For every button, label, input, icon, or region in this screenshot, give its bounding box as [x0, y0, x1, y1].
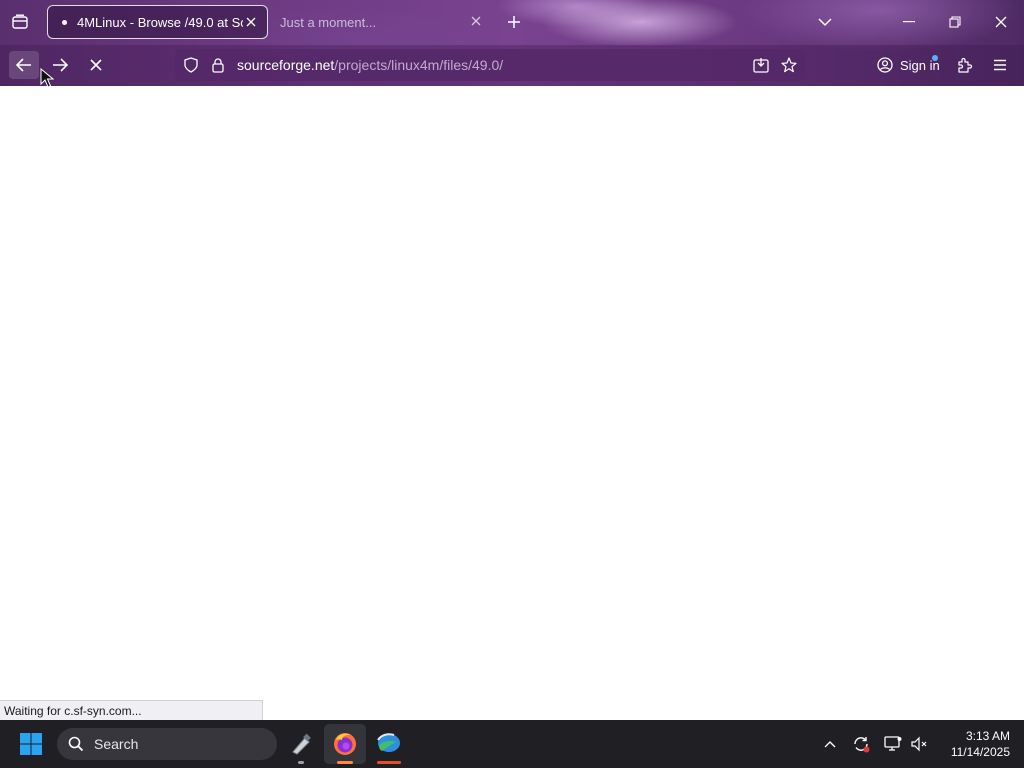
firefox-active-indicator: [337, 761, 353, 764]
status-bar: Waiting for c.sf-syn.com...: [0, 700, 263, 720]
forward-arrow-icon: [53, 58, 68, 72]
sign-in-button[interactable]: Sign in: [870, 50, 942, 80]
search-icon: [68, 736, 84, 752]
show-hidden-icons-chevron-icon[interactable]: [820, 734, 840, 754]
app-running-indicator: [377, 761, 401, 764]
tab-overview-icon[interactable]: [8, 10, 32, 34]
url-host: sourceforge.net: [237, 57, 335, 73]
bookmark-star-icon[interactable]: [779, 55, 799, 75]
windows-start-icon[interactable]: [16, 730, 46, 758]
tab-title: 4MLinux - Browse /49.0 at SourceForge.ne…: [77, 14, 243, 30]
stop-loading-button[interactable]: [81, 51, 111, 79]
search-label: Search: [94, 736, 139, 752]
minimize-icon[interactable]: [897, 11, 921, 33]
lock-icon[interactable]: [210, 56, 226, 74]
install-page-icon[interactable]: [751, 55, 771, 75]
hamburger-menu-icon[interactable]: [988, 53, 1012, 77]
display-icon[interactable]: [882, 733, 904, 755]
tracking-shield-icon[interactable]: [182, 56, 200, 74]
page-content: [0, 86, 1024, 720]
firefox-taskbar-icon[interactable]: [324, 724, 366, 764]
new-tab-icon[interactable]: [503, 11, 525, 33]
extensions-icon[interactable]: [953, 53, 977, 77]
mouse-cursor-icon: [40, 68, 54, 88]
address-bar[interactable]: sourceforge.net/projects/linux4m/files/4…: [175, 49, 805, 81]
browser-chrome: 4MLinux - Browse /49.0 at SourceForge.ne…: [0, 0, 1024, 86]
tab-active[interactable]: 4MLinux - Browse /49.0 at SourceForge.ne…: [47, 5, 268, 39]
back-arrow-icon: [16, 58, 31, 72]
back-button[interactable]: [9, 51, 39, 79]
list-tabs-chevron-icon[interactable]: [814, 11, 836, 33]
taskbar: Search 3:13 AM 11/14/2025: [0, 720, 1024, 768]
system-clock[interactable]: 3:13 AM 11/14/2025: [938, 728, 1010, 760]
app-running-indicator: [298, 761, 304, 764]
clock-time: 3:13 AM: [965, 729, 1010, 743]
tab-inactive[interactable]: Just a moment...: [272, 5, 492, 39]
tab-title: Just a moment...: [280, 14, 377, 30]
network-volume-icon[interactable]: [908, 733, 930, 755]
close-tab-icon[interactable]: [243, 14, 259, 30]
restore-icon[interactable]: [943, 11, 967, 33]
account-icon: [877, 57, 893, 73]
url-text[interactable]: sourceforge.net/projects/linux4m/files/4…: [237, 57, 503, 73]
clock-date: 11/14/2025: [950, 745, 1010, 759]
usb-tool-app-icon[interactable]: [286, 728, 316, 760]
taskbar-search[interactable]: Search: [57, 728, 277, 760]
url-path: /projects/linux4m/files/49.0/: [334, 57, 504, 73]
sync-icon[interactable]: [850, 733, 872, 755]
browser-app-icon[interactable]: [373, 726, 405, 760]
close-tab-icon[interactable]: [468, 13, 484, 29]
close-window-icon[interactable]: [989, 11, 1013, 33]
notification-dot: [932, 55, 938, 61]
stop-icon: [90, 59, 102, 71]
loading-favicon-icon: [62, 19, 67, 25]
